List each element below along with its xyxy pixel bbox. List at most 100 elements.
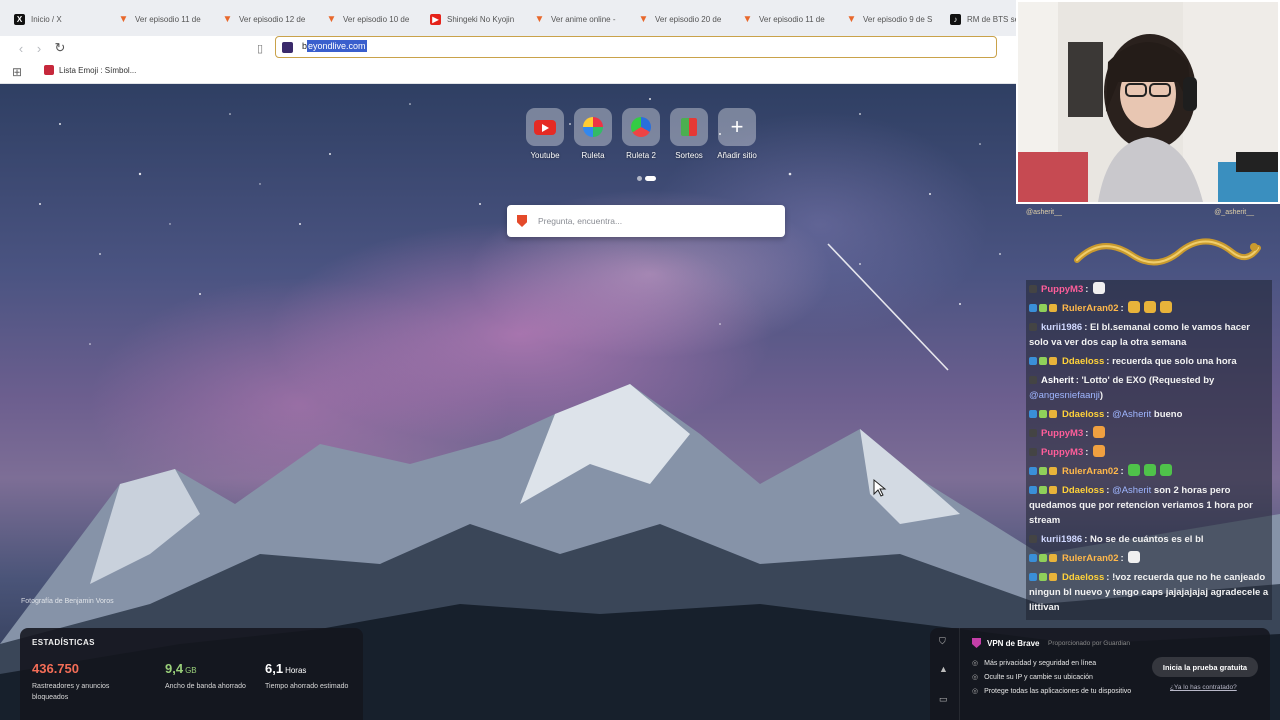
- tab-5[interactable]: ▼ Ver anime online -: [520, 8, 624, 30]
- chat-username[interactable]: RulerAran02: [1062, 303, 1119, 314]
- chat-text: ): [1099, 390, 1104, 402]
- x-logo-icon: X: [14, 13, 25, 25]
- fox-favicon-icon: ▼: [846, 13, 857, 25]
- chat-emote-icon: [1093, 426, 1106, 439]
- chat-username[interactable]: RulerAran02: [1062, 466, 1119, 477]
- badge-icon: [1029, 376, 1037, 385]
- chat-message: PuppyM3:: [1026, 443, 1272, 462]
- chat-text: recuerda que solo una hora: [1112, 356, 1237, 368]
- address-bar[interactable]: beyondlive.com: [275, 36, 997, 58]
- stat-trackers: 436.750 Rastreadores y anuncios bloquead…: [32, 661, 110, 701]
- start-trial-button[interactable]: Inicia la prueba gratuita: [1152, 657, 1258, 677]
- bookmark-button[interactable]: ▯: [251, 39, 269, 57]
- gift-icon: [681, 118, 697, 136]
- badge-icon: [1029, 285, 1037, 293]
- top-site-ruleta-2[interactable]: Ruleta 2: [622, 108, 660, 168]
- wheel-icon: [583, 117, 603, 137]
- chat-message: Ddaeloss: @Asherit bueno: [1026, 405, 1272, 424]
- chat-username[interactable]: PuppyM3: [1041, 284, 1083, 295]
- badge-icon: [1049, 554, 1057, 563]
- bookmark-item[interactable]: Lista Emoji : Símbol...: [44, 65, 136, 75]
- chat-message: Asherit: 'Lotto' de EXO (Requested by @a…: [1026, 371, 1272, 405]
- chat-separator: :: [1120, 466, 1127, 478]
- reload-button[interactable]: ↻: [51, 39, 69, 57]
- badge-icon: [1049, 304, 1057, 312]
- chat-text: 'Lotto' de EXO (Requested by: [1081, 375, 1215, 387]
- chat-header: @asherit__ @_asherit__: [1020, 206, 1280, 222]
- badge-icon: [1029, 448, 1037, 457]
- badge-icon: [1049, 467, 1057, 476]
- photo-credit[interactable]: Fotografía de Benjamin Voros: [21, 598, 114, 605]
- tab-0[interactable]: X Inicio / X: [0, 8, 104, 30]
- chat-message: PuppyM3:: [1026, 280, 1272, 299]
- badge-icon: [1049, 573, 1057, 582]
- tab-9[interactable]: ♪RM de BTS se l: [936, 8, 1016, 30]
- fox-favicon-icon: ▼: [222, 13, 233, 25]
- tab-1[interactable]: ▼ Ver episodio 11 de: [104, 8, 208, 30]
- chat-separator: :: [1120, 303, 1127, 315]
- chat-username[interactable]: PuppyM3: [1041, 447, 1083, 458]
- tab-8[interactable]: ▼ Ver episodio 9 de S: [832, 8, 936, 30]
- already-purchased-link[interactable]: ¿Ya lo has contratado?: [1170, 684, 1237, 691]
- check-icon: ◎: [972, 688, 979, 695]
- instagram-handle: @asherit__: [1026, 209, 1062, 216]
- reload-icon: ↻: [54, 40, 66, 55]
- badge-icon: [1029, 323, 1037, 332]
- chat-separator: :: [1120, 553, 1127, 565]
- top-sites: Youtube Ruleta Ruleta 2 Sorteos + Añadir…: [526, 108, 766, 168]
- plus-icon: +: [730, 114, 744, 139]
- apps-grid-icon[interactable]: ⊞: [12, 65, 22, 79]
- top-site-sorteos[interactable]: Sorteos: [670, 108, 708, 168]
- bookmark-icon: ▯: [256, 42, 264, 55]
- vpn-feature-list: ◎ Más privacidad y seguridad en línea ◎ Oc…: [972, 656, 1131, 698]
- chat-text: bueno: [1151, 409, 1183, 421]
- chat-mention: @angesniefaanji: [1029, 390, 1100, 402]
- top-site-youtube[interactable]: Youtube: [526, 108, 564, 168]
- badge-icon: [1029, 304, 1037, 312]
- chat-username[interactable]: RulerAran02: [1062, 553, 1119, 564]
- badge-icon: [1029, 357, 1037, 366]
- chat-username[interactable]: Ddaeloss: [1062, 485, 1104, 496]
- stat-time: 6,1 Horas Tiempo ahorrado estimado: [265, 661, 349, 690]
- chat-mention: @Asherit: [1112, 485, 1152, 497]
- chat-username[interactable]: Asherit: [1041, 375, 1074, 386]
- pager-dot-active[interactable]: [645, 176, 656, 181]
- chat-badges: [1029, 407, 1059, 422]
- top-site-ruleta[interactable]: Ruleta: [574, 108, 612, 168]
- forward-button[interactable]: ›: [30, 39, 48, 57]
- chat-badges: [1029, 483, 1059, 498]
- chat-message: RulerAran02:: [1026, 299, 1272, 318]
- chat-separator: :: [1085, 428, 1092, 440]
- tab-2[interactable]: ▼ Ver episodio 12 de: [208, 8, 312, 30]
- chat-username[interactable]: kurii1986: [1041, 534, 1082, 545]
- back-button[interactable]: ‹: [12, 39, 30, 57]
- badge-icon: [1039, 357, 1047, 366]
- address-url[interactable]: beyondlive.com: [302, 40, 367, 52]
- fox-favicon-icon: ▼: [326, 13, 337, 25]
- vpn-shield-icon[interactable]: ⛉: [939, 636, 946, 647]
- top-sites-pager[interactable]: [637, 176, 656, 181]
- chat-username[interactable]: Ddaeloss: [1062, 409, 1104, 420]
- chat-username[interactable]: Ddaeloss: [1062, 572, 1104, 583]
- widget-rail: ⛉ ▲ ▭: [930, 628, 960, 720]
- tab-6[interactable]: ▼ Ver episodio 20 de: [624, 8, 728, 30]
- vpn-logo-icon: [972, 638, 981, 648]
- tab-3[interactable]: ▼ Ver episodio 10 de: [312, 8, 416, 30]
- chat-username[interactable]: Ddaeloss: [1062, 356, 1104, 367]
- twitter-handle: @_asherit__: [1214, 209, 1254, 216]
- badge-icon: [1029, 535, 1037, 544]
- news-icon[interactable]: ▲: [939, 664, 948, 674]
- tab-4[interactable]: ▶ Shingeki No Kyojin: [416, 8, 520, 30]
- chat-emote-icon: [1144, 464, 1157, 477]
- chat-username[interactable]: kurii1986: [1041, 322, 1082, 333]
- add-site-button[interactable]: + Añadir sitio: [717, 108, 757, 168]
- chat-badges: [1029, 301, 1059, 316]
- chat-message: PuppyM3:: [1026, 424, 1272, 443]
- pager-dot[interactable]: [637, 176, 642, 181]
- fox-favicon-icon: ▼: [742, 13, 753, 25]
- tab-7[interactable]: ▼ Ver episodio 11 de: [728, 8, 832, 30]
- search-box[interactable]: Pregunta, encuentra...: [507, 205, 785, 237]
- card-icon[interactable]: ▭: [939, 694, 948, 705]
- chat-message: kurii1986: No se de cuántos es el bl: [1026, 530, 1272, 549]
- chat-username[interactable]: PuppyM3: [1041, 428, 1083, 439]
